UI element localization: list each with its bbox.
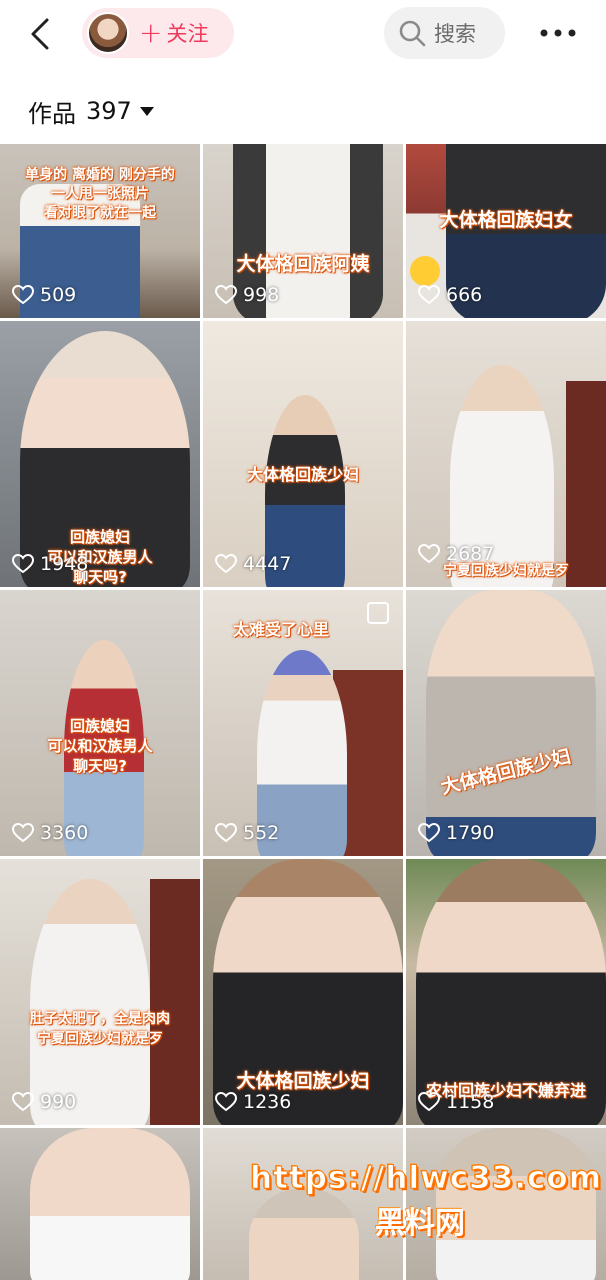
heart-icon xyxy=(12,285,34,305)
heart-icon xyxy=(215,554,237,574)
thumbnail-figure xyxy=(30,1128,190,1280)
heart-icon xyxy=(418,544,440,564)
door-frame xyxy=(566,381,606,587)
like-count: 990 xyxy=(12,1091,76,1113)
video-tile[interactable]: 大体格回族少妇 4447 xyxy=(203,321,403,587)
video-tile[interactable]: 大体格回族少妇 1790 xyxy=(406,590,606,856)
like-count: 1948 xyxy=(12,553,88,575)
heart-icon xyxy=(215,1092,237,1112)
like-count: 1158 xyxy=(418,1091,494,1113)
like-count: 998 xyxy=(215,284,279,306)
heart-icon xyxy=(12,554,34,574)
video-caption: 大体格回族妇女 xyxy=(439,209,573,231)
search-label: 搜索 xyxy=(434,22,476,46)
heart-icon xyxy=(418,1092,440,1112)
heart-icon xyxy=(418,823,440,843)
follow-label: 关注 xyxy=(166,22,209,46)
more-button[interactable] xyxy=(536,18,580,48)
like-count-value: 666 xyxy=(446,284,483,306)
works-count: 397 xyxy=(86,97,132,125)
like-count-value: 990 xyxy=(40,1091,77,1113)
like-count-value: 1948 xyxy=(40,553,89,575)
like-count-value: 3360 xyxy=(40,822,89,844)
like-count-value: 1236 xyxy=(243,1091,292,1113)
like-count: 1236 xyxy=(215,1091,291,1113)
like-count: 2687 xyxy=(418,543,494,565)
multi-image-icon xyxy=(367,602,389,624)
video-caption: 肚子太肥了，全是肉肉 宁夏回族少妇就是歹 xyxy=(30,1011,170,1047)
like-count: 666 xyxy=(418,284,482,306)
like-count: 509 xyxy=(12,284,76,306)
video-tile[interactable]: 回族媳妇 可以和汉族男人 聊天吗? 3360 xyxy=(0,590,200,856)
video-tile[interactable]: 大体格回族阿姨 998 xyxy=(203,144,403,318)
caret-down-icon xyxy=(139,106,154,116)
video-caption: 大体格回族少妇 xyxy=(246,465,359,484)
like-count-value: 552 xyxy=(243,822,280,844)
heart-eyes-emoji-icon xyxy=(410,256,440,286)
like-count: 1790 xyxy=(418,822,494,844)
plus-icon: + xyxy=(139,16,163,49)
video-caption: 单身的 离婚的 刚分手的 一人甩一张照片 看对眼了就在一起 xyxy=(25,167,175,221)
video-tile[interactable] xyxy=(0,1128,200,1280)
thumbnail-figure xyxy=(30,879,150,1125)
video-caption: 大体格回族少妇 xyxy=(236,1070,370,1092)
chevron-left-icon xyxy=(31,18,49,50)
like-count-value: 509 xyxy=(40,284,77,306)
like-count-value: 998 xyxy=(243,284,280,306)
search-icon xyxy=(399,20,426,47)
video-tile[interactable]: 宁夏回族少妇就是歹 2687 xyxy=(406,321,606,587)
door-frame xyxy=(150,879,200,1125)
video-tile[interactable]: 大体格回族妇女 666 xyxy=(406,144,606,318)
avatar[interactable] xyxy=(87,12,129,54)
top-bar: + 关注 搜索 xyxy=(0,0,606,70)
heart-icon xyxy=(215,285,237,305)
like-count-value: 4447 xyxy=(243,553,292,575)
search-button[interactable]: 搜索 xyxy=(384,7,505,59)
watermark-name: 黑料网 xyxy=(375,1206,465,1241)
thumbnail-figure xyxy=(426,590,596,856)
video-caption: 大体格回族阿姨 xyxy=(236,253,370,275)
like-count-value: 1790 xyxy=(446,822,495,844)
works-filter[interactable]: 作品 397 xyxy=(28,94,154,128)
like-count-value: 2687 xyxy=(446,543,495,565)
heart-icon xyxy=(215,823,237,843)
video-tile[interactable]: 农村回族少妇不嫌弃进 1158 xyxy=(406,859,606,1125)
video-tile[interactable]: 单身的 离婚的 刚分手的 一人甩一张照片 看对眼了就在一起 509 xyxy=(0,144,200,318)
video-tile[interactable]: 肚子太肥了，全是肉肉 宁夏回族少妇就是歹 990 xyxy=(0,859,200,1125)
heart-icon xyxy=(12,1092,34,1112)
video-tile[interactable]: 回族媳妇 可以和汉族男人 聊天吗? 1948 xyxy=(0,321,200,587)
like-count: 4447 xyxy=(215,553,291,575)
watermark-url: https://hlwc33.com xyxy=(250,1160,602,1197)
heart-icon xyxy=(12,823,34,843)
like-count-value: 1158 xyxy=(446,1091,495,1113)
site-watermark: https://hlwc33.com 黑料网 xyxy=(250,1160,602,1242)
like-count: 3360 xyxy=(12,822,88,844)
more-icon xyxy=(540,29,576,37)
video-caption: 回族媳妇 可以和汉族男人 聊天吗? xyxy=(47,717,153,775)
video-tile[interactable]: 大体格回族少妇 1236 xyxy=(203,859,403,1125)
profile-follow-pill[interactable]: + 关注 xyxy=(82,8,234,58)
video-tile[interactable]: 太难受了心里 552 xyxy=(203,590,403,856)
follow-button[interactable]: + 关注 xyxy=(139,18,208,48)
back-button[interactable] xyxy=(22,14,58,54)
like-count: 552 xyxy=(215,822,279,844)
heart-icon xyxy=(418,285,440,305)
works-label: 作品 xyxy=(28,99,76,128)
